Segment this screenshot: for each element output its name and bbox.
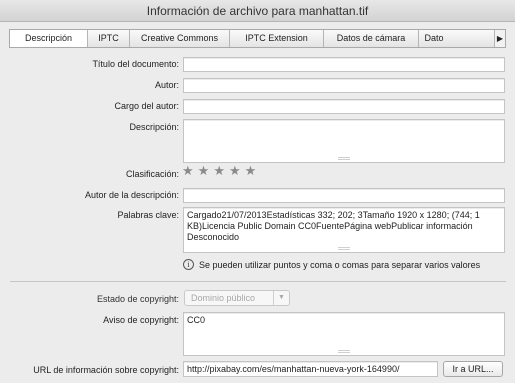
palabras-clave-label: Palabras clave: (117, 210, 179, 220)
estado-copyright-select[interactable]: Dominio público ▼ (184, 290, 290, 306)
url-copyright-field[interactable]: http://pixabay.com/es/manhattan-nueva-yo… (183, 361, 438, 377)
tab-bar: Descripción IPTC Creative Commons IPTC E… (9, 29, 506, 48)
estado-copyright-value: Dominio público (191, 293, 256, 303)
estado-copyright-label: Estado de copyright: (96, 294, 179, 304)
descripcion-label: Descripción: (129, 122, 179, 132)
star-icon[interactable]: ★ (213, 164, 225, 178)
aviso-copyright-field[interactable]: CC0 (183, 312, 505, 356)
star-icon[interactable]: ★ (245, 164, 257, 178)
keywords-hint: i Se pueden utilizar puntos y coma o com… (183, 259, 480, 270)
titulo-field[interactable] (183, 57, 505, 72)
go-to-url-button[interactable]: Ir a URL... (443, 361, 503, 377)
aviso-copyright-label: Aviso de copyright: (103, 315, 179, 325)
tab-iptc-extension[interactable]: IPTC Extension (230, 30, 324, 47)
titulo-label: Título del documento: (92, 59, 179, 69)
palabras-clave-value: Cargado21/07/2013Estadísticas 332; 202; … (187, 210, 480, 242)
tab-descripcion[interactable]: Descripción (10, 30, 88, 47)
tab-scroll-right-icon[interactable]: ▶ (494, 30, 505, 47)
tab-datos-de-camara[interactable]: Datos de cámara (324, 30, 419, 47)
autor-label: Autor: (154, 80, 179, 90)
url-copyright-label: URL de información sobre copyright: (33, 365, 179, 375)
tab-datos-truncated[interactable]: Dato (419, 30, 449, 47)
resize-grip-icon[interactable] (338, 350, 350, 353)
star-icon[interactable]: ★ (198, 164, 210, 178)
star-icon[interactable]: ★ (229, 164, 241, 178)
tab-creative-commons[interactable]: Creative Commons (130, 30, 230, 47)
resize-grip-icon[interactable] (338, 247, 350, 250)
descripcion-field[interactable] (183, 119, 505, 163)
chevron-down-icon: ▼ (273, 291, 289, 305)
autor-field[interactable] (183, 78, 505, 93)
section-divider (10, 281, 506, 282)
cargo-label: Cargo del autor: (114, 101, 179, 111)
rating-stars: ★ ★ ★ ★ ★ (182, 164, 256, 178)
autor-descripcion-label: Autor de la descripción: (84, 190, 179, 200)
cargo-field[interactable] (183, 99, 505, 114)
resize-grip-icon[interactable] (338, 157, 350, 160)
star-icon[interactable]: ★ (182, 164, 194, 178)
autor-descripcion-field[interactable] (183, 188, 505, 203)
clasificacion-label: Clasificación: (125, 169, 179, 179)
info-icon: i (183, 259, 194, 270)
hint-text: Se pueden utilizar puntos y coma o comas… (199, 259, 481, 270)
aviso-copyright-value: CC0 (187, 315, 206, 325)
window-title: Información de archivo para manhattan.ti… (0, 0, 515, 22)
tab-iptc[interactable]: IPTC (88, 30, 130, 47)
palabras-clave-field[interactable]: Cargado21/07/2013Estadísticas 332; 202; … (183, 207, 505, 253)
